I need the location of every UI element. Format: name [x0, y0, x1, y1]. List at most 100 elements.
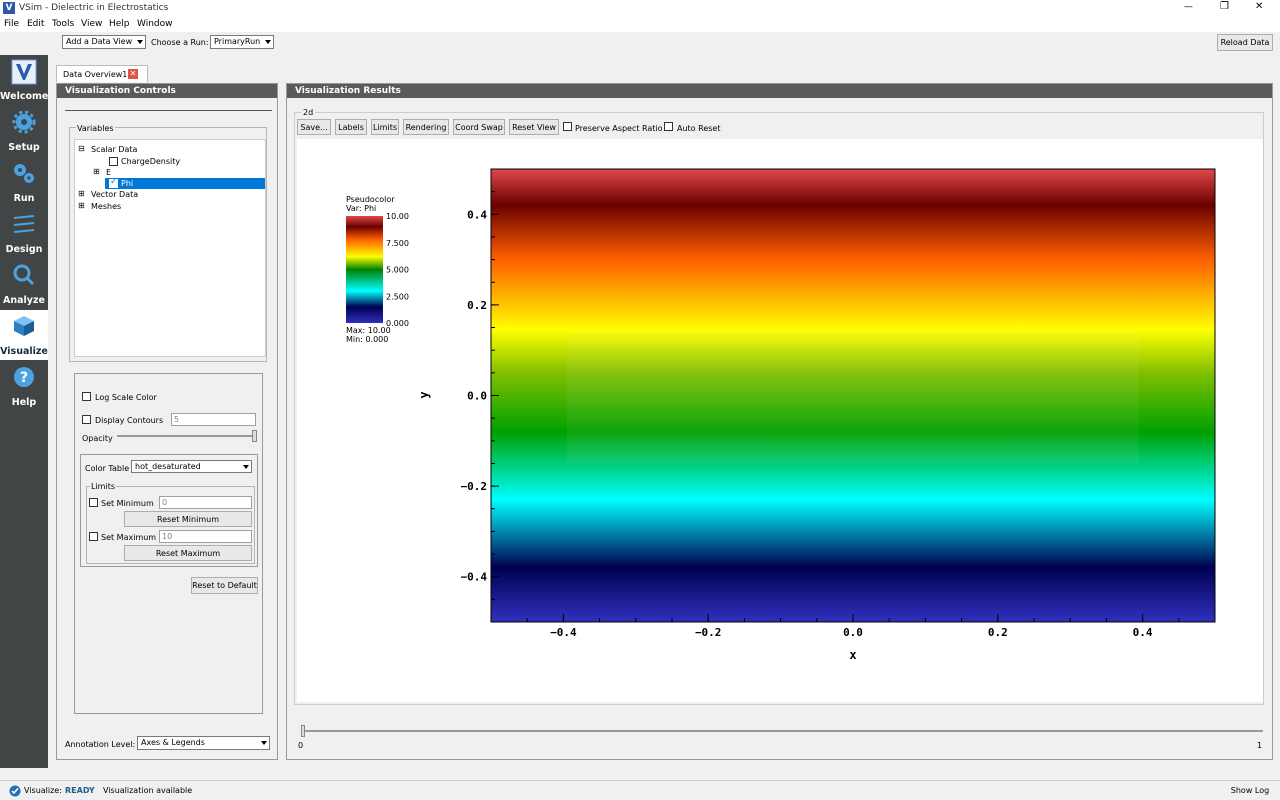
sidebar-item-design[interactable]: Design [0, 208, 48, 258]
chevron-down-icon [265, 40, 271, 44]
legend-ticks: 10.007.5005.0002.5000.000 [386, 212, 409, 328]
set-maximum-checkbox[interactable] [89, 532, 98, 541]
tree-item-scalar-data[interactable]: Scalar Data [91, 145, 137, 154]
status-message: Visualization available [103, 786, 193, 795]
dielectric-region [567, 331, 1139, 463]
charge-density-checkbox[interactable] [109, 157, 118, 166]
log-scale-checkbox[interactable] [82, 392, 91, 401]
menu-bar: File Edit Tools View Help Window [0, 17, 1280, 32]
labels-button[interactable]: Labels [335, 119, 367, 135]
show-log-button[interactable]: Show Log [1228, 783, 1272, 798]
y-tick-label: 0.2 [467, 299, 487, 312]
panel-title: Visualization Results [287, 84, 1272, 98]
legend-var: Var: Phi [346, 204, 376, 213]
plot-label: 2d [301, 108, 316, 117]
coord-swap-button[interactable]: Coord Swap [453, 119, 505, 135]
legend-title: Pseudocolor [346, 195, 395, 204]
rendering-button[interactable]: Rendering [403, 119, 449, 135]
check-icon: ✓ [110, 177, 118, 187]
legend-tick-label: 10.00 [386, 212, 409, 221]
chevron-down-icon [137, 40, 143, 44]
auto-reset-checkbox[interactable] [664, 122, 673, 131]
preserve-aspect-label: Preserve Aspect Ratio [575, 124, 663, 133]
menu-tools[interactable]: Tools [52, 19, 74, 29]
save-button[interactable]: Save... [297, 119, 331, 135]
reset-maximum-button[interactable]: Reset Maximum [124, 545, 252, 561]
app-icon: V [3, 2, 15, 14]
time-slider-end: 1 [1257, 741, 1263, 750]
color-table-select[interactable]: hot_desaturated [131, 460, 252, 473]
contours-spinbox[interactable]: 5 [171, 413, 256, 426]
y-tick-label: −0.4 [461, 571, 488, 584]
divider [65, 110, 272, 111]
legend-max: Max: 10.00 [346, 326, 391, 335]
restore-button[interactable]: ❐ [1220, 1, 1229, 12]
tab-data-overview[interactable]: Data Overview1 ✕ [56, 65, 148, 82]
time-slider-track[interactable] [301, 730, 1263, 732]
panel-title: Visualization Controls [57, 84, 277, 98]
set-minimum-checkbox[interactable] [89, 498, 98, 507]
legend-tick-label: 5.000 [386, 266, 409, 275]
opacity-slider-track[interactable] [117, 435, 252, 437]
title-bar: V VSim - Dielectric in Electrostatics — … [0, 0, 1280, 17]
display-contours-checkbox[interactable] [82, 415, 91, 424]
set-maximum-label: Set Maximum [101, 533, 157, 542]
sidebar-item-help[interactable]: ? Help [0, 361, 48, 411]
time-slider-start: 0 [298, 741, 304, 750]
sidebar-item-setup[interactable]: Setup [0, 106, 48, 156]
expand-icon[interactable]: ⊞ [93, 167, 100, 176]
x-tick-label: −0.4 [550, 626, 577, 639]
close-icon[interactable]: ✕ [128, 69, 138, 79]
expand-icon[interactable]: ⊞ [78, 189, 85, 198]
menu-file[interactable]: File [4, 19, 19, 29]
maximum-input[interactable]: 10 [159, 530, 252, 543]
reload-data-button[interactable]: Reload Data [1217, 34, 1273, 51]
sidebar-item-welcome[interactable]: Welcome [0, 55, 48, 105]
gears-icon [14, 164, 34, 183]
menu-window[interactable]: Window [137, 19, 173, 29]
menu-view[interactable]: View [81, 19, 102, 29]
run-select[interactable]: PrimaryRun [210, 35, 274, 49]
reset-view-button[interactable]: Reset View [509, 119, 559, 135]
add-data-view-select[interactable]: Add a Data View [62, 35, 146, 49]
annotation-level-select[interactable]: Axes & Legends [137, 736, 270, 750]
sidebar-item-analyze[interactable]: Analyze [0, 259, 48, 309]
opacity-slider-handle[interactable] [252, 430, 257, 442]
visualization-results-panel: Visualization Results 2d Save... Labels … [286, 83, 1273, 760]
time-slider-handle[interactable] [301, 725, 305, 737]
tree-item-charge-density[interactable]: ChargeDensity [121, 157, 180, 166]
visualization-controls-panel: Visualization Controls Variables ⊟ Scala… [56, 83, 278, 760]
status-label: Visualize: [24, 786, 62, 795]
log-scale-label: Log Scale Color [95, 393, 157, 402]
heatmap-plot[interactable]: −0.4 −0.2 0.0 0.2 0.4 0.40.20.0−0.2−0.4 x y … [297, 139, 1263, 702]
x-tick-label: −0.2 [695, 626, 722, 639]
menu-edit[interactable]: Edit [27, 19, 44, 29]
variables-tree[interactable]: ⊟ Scalar Data ChargeDensity ⊞ E ✓ Phi ⊞ … [74, 139, 266, 357]
reset-minimum-button[interactable]: Reset Minimum [124, 511, 252, 527]
tree-item-e[interactable]: E [106, 168, 111, 177]
sidebar-item-visualize[interactable]: Visualize [0, 310, 48, 360]
plot-canvas[interactable]: −0.4 −0.2 0.0 0.2 0.4 0.4 0.2 0.0 −0.2 −0.4 x y … [297, 139, 1263, 702]
close-button[interactable]: ✕ [1255, 1, 1263, 12]
y-axis-ticks: 0.4 0.2 0.0 −0.2 −0.4 [461, 168, 499, 623]
tree-item-meshes[interactable]: Meshes [91, 202, 121, 211]
tree-item-vector-data[interactable]: Vector Data [91, 190, 138, 199]
minimize-button[interactable]: — [1184, 2, 1193, 12]
minimum-input[interactable]: 0 [159, 496, 252, 509]
y-tick-label: 0.0 [467, 390, 487, 403]
limits-button[interactable]: Limits [371, 119, 399, 135]
gear-icon [12, 110, 36, 134]
color-table-label: Color Table [85, 464, 130, 473]
tree-item-phi[interactable]: Phi [121, 179, 133, 188]
menu-help[interactable]: Help [109, 19, 130, 29]
preserve-aspect-checkbox[interactable] [563, 122, 572, 131]
variables-label: Variables [76, 124, 115, 133]
design-icon [13, 215, 35, 233]
chevron-down-icon [261, 741, 267, 745]
limits-label: Limits [90, 482, 116, 491]
sidebar-item-run[interactable]: Run [0, 157, 48, 207]
expand-icon[interactable]: ⊞ [78, 201, 85, 210]
reset-to-default-button[interactable]: Reset to Default [191, 577, 258, 594]
x-tick-label: 0.0 [843, 626, 863, 639]
collapse-icon[interactable]: ⊟ [78, 144, 85, 153]
